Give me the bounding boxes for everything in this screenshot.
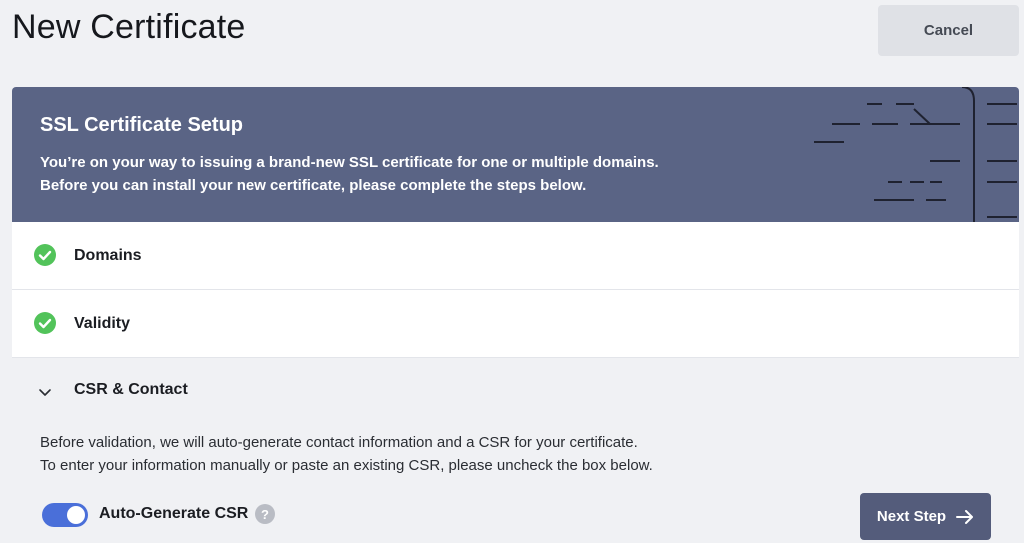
step-label[interactable]: CSR & Contact <box>74 381 188 399</box>
next-step-label: Next Step <box>876 508 947 525</box>
arrow-right-icon <box>956 509 974 524</box>
setup-title: SSL Certificate Setup <box>40 114 244 136</box>
page-title: New Certificate <box>12 8 246 46</box>
csr-info-line: To enter your information manually or pa… <box>40 457 653 474</box>
page: New Certificate Cancel SSL Certificate S… <box>0 0 1024 543</box>
check-circle-icon <box>34 312 56 334</box>
step-label: Validity <box>74 314 131 332</box>
certificate-setup-card: SSL Certificate Setup You’re on your way… <box>12 87 1019 543</box>
check-circle-icon <box>34 244 56 266</box>
step-label: Domains <box>74 246 142 264</box>
step-domains[interactable]: Domains <box>12 222 1019 290</box>
step-validity[interactable]: Validity <box>12 290 1019 358</box>
setup-description-line: Before you can install your new certific… <box>40 177 587 194</box>
step-csr-contact: CSR & Contact Before validation, we will… <box>12 358 1019 543</box>
toggle-knob <box>67 506 85 524</box>
next-step-button[interactable]: Next Step <box>860 493 991 540</box>
chevron-down-icon[interactable] <box>38 385 52 399</box>
help-icon[interactable]: ? <box>255 504 275 524</box>
csr-info-line: Before validation, we will auto-generate… <box>40 434 638 451</box>
setup-description: You’re on your way to issuing a brand-ne… <box>40 151 760 197</box>
setup-header: SSL Certificate Setup You’re on your way… <box>12 87 1019 222</box>
auto-generate-csr-toggle[interactable] <box>42 503 88 527</box>
csr-info-text: Before validation, we will auto-generate… <box>40 431 653 477</box>
cancel-button[interactable]: Cancel <box>878 5 1019 56</box>
setup-description-line: You’re on your way to issuing a brand-ne… <box>40 154 659 171</box>
auto-generate-csr-label: Auto-Generate CSR <box>99 505 249 522</box>
